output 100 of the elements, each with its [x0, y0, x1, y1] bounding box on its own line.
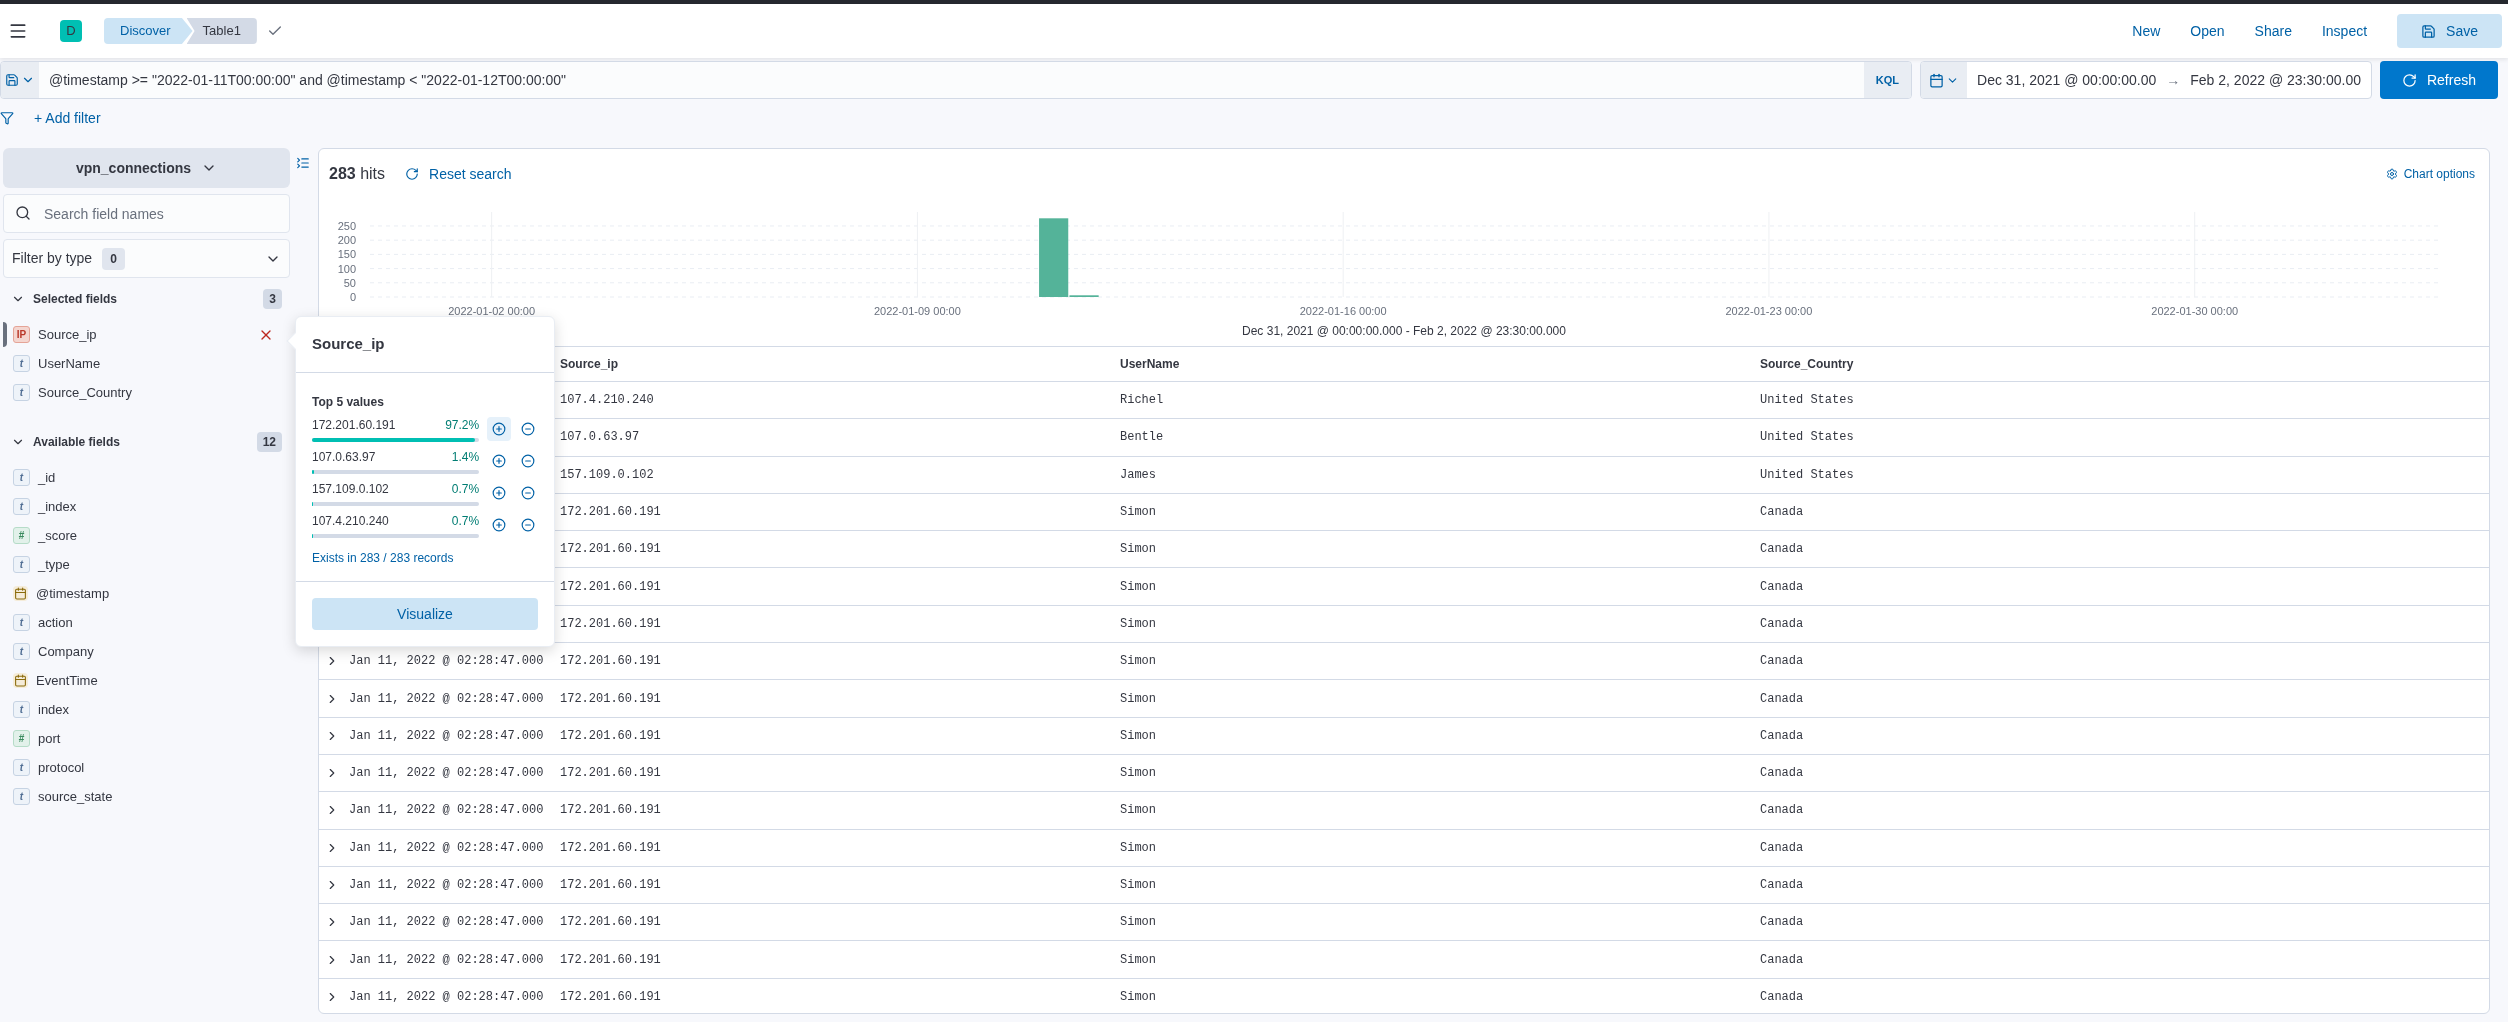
field-name[interactable]: Company — [38, 641, 94, 662]
breadcrumb[interactable]: Discover — [104, 18, 193, 44]
header-link[interactable]: New — [2132, 20, 2161, 42]
table-cell-text: 107.4.210.240 — [560, 392, 655, 410]
saved-query-button[interactable] — [1, 62, 39, 98]
index-pattern-selector[interactable]: vpn_connections — [3, 148, 290, 188]
value-percent: 1.4% — [451, 449, 480, 466]
search-field[interactable]: Search field names — [3, 194, 290, 233]
quick-menu-button[interactable] — [1921, 62, 1968, 98]
plus-icon — [491, 454, 506, 468]
field-type-token: t — [13, 788, 30, 805]
field-name[interactable]: port — [38, 728, 61, 749]
x-tick-label: 2022-01-30 00:00 — [2151, 305, 2239, 317]
end-date[interactable]: Feb 2, 2022 @ 23:30:00.00 — [2180, 69, 2371, 91]
field-name[interactable]: UserName — [38, 353, 101, 374]
field-type-token: t — [13, 759, 30, 776]
field-name[interactable]: _type — [38, 554, 70, 575]
top-value: 157.109.0.102 — [312, 481, 389, 498]
field-type-token: IP — [13, 326, 30, 343]
add-filter-link[interactable]: + Add filter — [34, 107, 101, 129]
refresh-button[interactable]: Refresh — [2379, 61, 2498, 99]
top-value: 107.4.210.240 — [312, 513, 389, 530]
table-cell-text: Canada — [1760, 765, 1805, 783]
plus-icon — [491, 422, 506, 436]
table-cell-text: 172.201.60.191 — [560, 802, 662, 820]
menu-icon[interactable] — [8, 21, 28, 41]
visualize-button[interactable]: Visualize — [312, 598, 538, 630]
table-cell-text: Jan 11, 2022 @ 02:28:47.000 — [349, 914, 545, 932]
calendar-icon — [1929, 72, 1945, 88]
x-tick-label: 2022-01-02 00:00 — [448, 305, 536, 317]
field-type-token: # — [13, 730, 30, 747]
field-name[interactable]: Source_ip — [38, 324, 97, 345]
table-cell-text: Jan 11, 2022 @ 02:28:47.000 — [349, 653, 545, 671]
field-type-token: t — [13, 469, 30, 486]
field-type-token: t — [13, 701, 30, 718]
plus-icon — [491, 518, 506, 532]
section-title: Available fields — [33, 434, 120, 451]
table-cell-text: Simon — [1120, 839, 1157, 857]
table-cell-text: 172.201.60.191 — [560, 765, 662, 783]
header-link[interactable]: Open — [2190, 20, 2225, 42]
table-cell-text: 172.201.60.191 — [560, 988, 662, 1006]
table-cell-text: Canada — [1760, 653, 1805, 671]
language-button[interactable]: KQL — [1863, 62, 1912, 98]
field-name[interactable]: action — [38, 612, 73, 633]
save-button[interactable]: Save — [2397, 14, 2502, 48]
table-cell-text: 172.201.60.191 — [560, 877, 662, 894]
table-cell-text: 172.201.60.191 — [560, 653, 662, 671]
table-cell-text: 157.109.0.102 — [560, 466, 655, 484]
field-name[interactable]: index — [38, 699, 70, 720]
field-name[interactable]: EventTime — [36, 670, 98, 691]
field-count: 12 — [256, 432, 282, 452]
header-link[interactable]: Inspect — [2321, 20, 2368, 42]
histogram-chart: 0 50 100 150 200 250 2022-01-02 00:00 2022-01-09 00:00 2022-01-16 00:00 2022-01-23 00:00 2022-01-30 00:00 — [319, 201, 2469, 326]
header-link[interactable]: Share — [2254, 20, 2292, 42]
table-cell-text: Jan 11, 2022 @ 02:28:47.000 — [349, 765, 545, 783]
reset-search-link[interactable]: Reset search — [405, 163, 512, 185]
table-cell-text: Simon — [1120, 615, 1157, 633]
table-cell-text: James — [1120, 466, 1157, 484]
column-header[interactable]: Source_Country — [1760, 355, 2489, 373]
table-cell-text: Simon — [1120, 541, 1157, 559]
table-cell-text: Canada — [1760, 802, 1805, 820]
filter-by-type-button[interactable]: Filter by type 0 — [3, 239, 290, 278]
collapse-icon[interactable] — [296, 156, 310, 170]
start-date[interactable]: Dec 31, 2021 @ 00:00:00.00 — [1967, 69, 2167, 91]
field-name[interactable]: source_state — [38, 786, 113, 807]
value-percent: 0.7% — [451, 481, 480, 498]
exists-link[interactable]: Exists in 283 / 283 records — [312, 549, 538, 567]
table-cell-text: United States — [1760, 429, 1855, 447]
field-name[interactable]: _id — [38, 467, 56, 488]
y-tick-label: 250 — [337, 219, 356, 232]
field-name[interactable]: _index — [38, 496, 77, 517]
table-cell-text: Simon — [1120, 951, 1157, 969]
filter-icon[interactable] — [0, 111, 14, 125]
calendar-icon — [13, 673, 28, 688]
table-cell-text: Canada — [1760, 839, 1805, 857]
field-name[interactable]: @timestamp — [36, 583, 110, 604]
table-cell-text: Jan 11, 2022 @ 02:28:47.000 — [349, 839, 545, 857]
field-name[interactable]: Source_Country — [38, 382, 132, 403]
breadcrumb[interactable]: Table1 — [186, 18, 257, 44]
column-header[interactable]: Source_ip — [560, 355, 1120, 373]
y-tick-label: 200 — [337, 234, 356, 247]
query-input[interactable]: @timestamp >= "2022-01-11T00:00:00" and @timestamp < "2022-01-12T00:00:00" — [39, 69, 1864, 91]
minus-icon — [521, 518, 536, 532]
minus-icon — [521, 486, 536, 500]
table-cell-text: United States — [1760, 466, 1855, 484]
field-count: 3 — [263, 289, 282, 309]
table-cell-text: Simon — [1120, 765, 1157, 783]
table-cell-text: Jan 11, 2022 @ 02:28:47.000 — [349, 802, 545, 820]
settings-icon — [2385, 168, 2398, 180]
table-cell-text: Jan 11, 2022 @ 02:28:47.000 — [349, 727, 545, 745]
table-cell-text: Richel — [1120, 392, 1165, 410]
chart-options-link[interactable]: Chart options — [2385, 165, 2475, 183]
table-cell-text: 172.201.60.191 — [560, 839, 662, 857]
column-header[interactable]: UserName — [1120, 355, 1760, 373]
field-name[interactable]: _score — [38, 525, 78, 546]
table-cell-text: Simon — [1120, 914, 1157, 932]
field-name[interactable]: protocol — [38, 757, 85, 778]
space-avatar[interactable]: D — [60, 20, 82, 42]
filter-for-button[interactable] — [487, 417, 511, 441]
value-percent: 97.2% — [445, 417, 480, 434]
